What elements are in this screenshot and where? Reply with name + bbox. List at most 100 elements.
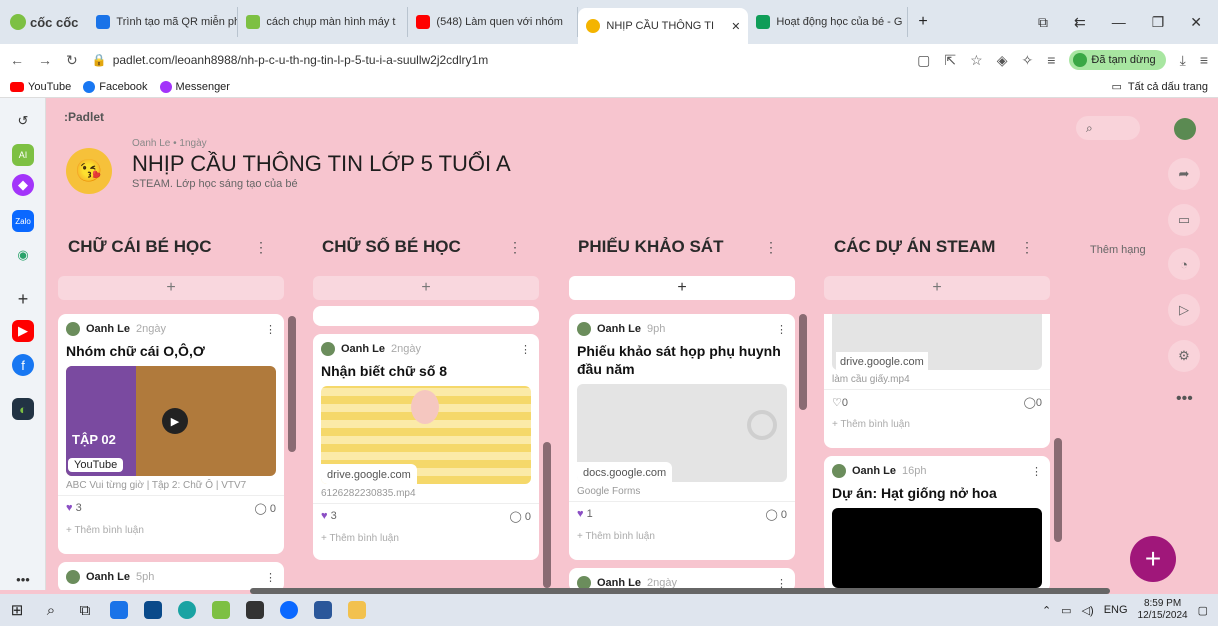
card-more-icon[interactable]: ⋮ <box>776 323 787 336</box>
back-icon[interactable]: ← <box>10 52 24 68</box>
edge-icon[interactable] <box>170 594 204 626</box>
close-window-icon[interactable]: ✕ <box>1190 14 1202 31</box>
settings-icon[interactable]: ⚙ <box>1168 340 1200 372</box>
chevron-up-icon[interactable]: ⌃ <box>1042 604 1051 617</box>
add-comment-link[interactable]: + Thêm bình luận <box>58 521 284 544</box>
notification-center-icon[interactable]: ▢ <box>1198 604 1208 617</box>
coccoc-app-icon[interactable]: ◐ <box>12 398 34 420</box>
padlet-logo[interactable]: :Padlet <box>64 110 104 124</box>
card-more-icon[interactable]: ⋮ <box>520 343 531 356</box>
post-card[interactable]: Oanh Le 16ph ⋮ Dự án: Hạt giống nở hoa <box>824 456 1050 590</box>
column-header-survey[interactable]: PHIẾU KHẢO SÁT ⋮ <box>578 232 778 262</box>
menu-icon[interactable]: ≡ <box>1200 52 1208 68</box>
add-column-button[interactable]: Thêm hạng <box>1090 244 1146 256</box>
column-scrollbar[interactable] <box>543 442 551 588</box>
column-header-steam[interactable]: CÁC DỰ ÁN STEAM ⋮ <box>834 232 1034 262</box>
game-icon[interactable]: ◉ <box>12 244 34 266</box>
card-more-icon[interactable]: ⋮ <box>265 323 276 336</box>
comment-count[interactable]: ◯ 0 <box>766 508 788 521</box>
clipboard-icon[interactable]: ▢ <box>917 52 930 69</box>
tab-youtube[interactable]: (548) Làm quen với nhóm <box>408 7 579 37</box>
tab-qr[interactable]: Trình tạo mã QR miễn phí <box>88 7 239 37</box>
post-card-partial[interactable] <box>313 306 539 326</box>
video-thumbnail[interactable] <box>832 508 1042 588</box>
maximize-icon[interactable]: ❐ <box>1152 14 1165 31</box>
windows-start-icon[interactable]: ⊞ <box>0 594 34 626</box>
share-icon[interactable]: ➦ <box>1168 158 1200 190</box>
column-scrollbar[interactable] <box>1054 438 1062 542</box>
column-more-icon[interactable]: ⋮ <box>508 239 522 256</box>
new-tab-button[interactable]: + <box>908 13 937 31</box>
comment-count[interactable]: ◯0 <box>1024 396 1042 409</box>
column-scrollbar[interactable] <box>288 316 296 452</box>
search-icon[interactable]: ⌕ <box>34 594 68 626</box>
add-comment-link[interactable]: + Thêm bình luận <box>824 415 1050 438</box>
comment-count[interactable]: ◯ 0 <box>510 510 532 523</box>
video-thumbnail[interactable]: drive.google.com <box>321 386 531 484</box>
download-icon[interactable]: ⤓ <box>1180 52 1186 69</box>
file-explorer-icon[interactable] <box>340 594 374 626</box>
clock[interactable]: 8:59 PM 12/15/2024 <box>1138 598 1188 622</box>
calculator-icon[interactable] <box>136 594 170 626</box>
post-card[interactable]: Oanh Le 2ngày ⋮ Nhận biết chữ số 8 drive.g… <box>313 334 539 560</box>
tab-search-icon[interactable]: ⧉ <box>1038 14 1048 31</box>
history-icon[interactable]: ↺ <box>12 110 34 132</box>
minimize-icon[interactable]: — <box>1112 14 1126 31</box>
word-icon[interactable] <box>306 594 340 626</box>
column-scrollbar[interactable] <box>799 314 807 410</box>
coccoc-taskbar-icon[interactable] <box>204 594 238 626</box>
comment-count[interactable]: ◯ 0 <box>255 502 277 515</box>
post-card[interactable]: drive.google.com làm cầu giấy.mp4 ♡0 ◯0 +… <box>824 314 1050 448</box>
card-more-icon[interactable]: ⋮ <box>1031 465 1042 478</box>
ai-icon[interactable]: AI <box>12 144 34 166</box>
column-header-numbers[interactable]: CHỮ SỐ BÉ HỌC ⋮ <box>322 232 522 262</box>
network-icon[interactable]: ▭ <box>1061 604 1071 617</box>
add-post-button[interactable]: + <box>824 276 1050 300</box>
column-more-icon[interactable]: ⋮ <box>764 239 778 256</box>
tab-padlet-active[interactable]: NHỊP CẦU THÔNG TI ✕ <box>578 8 749 44</box>
play-icon[interactable]: ▶ <box>162 408 188 434</box>
back-tabs-icon[interactable]: ⇇ <box>1074 14 1086 31</box>
bookmark-facebook[interactable]: Facebook <box>83 80 148 93</box>
like-button[interactable]: ♥ 3 <box>66 502 82 515</box>
remake-icon[interactable]: ▭ <box>1168 204 1200 236</box>
forward-icon[interactable]: → <box>38 52 52 68</box>
notification-icon[interactable]: ◔ <box>1168 248 1200 280</box>
user-avatar[interactable] <box>1174 118 1196 140</box>
add-post-button[interactable]: + <box>569 276 795 300</box>
like-button[interactable]: ♥ 1 <box>577 508 593 521</box>
add-post-button[interactable]: + <box>58 276 284 300</box>
zalo-icon[interactable] <box>272 594 306 626</box>
tab-screenshot[interactable]: cách chụp màn hình máy t <box>238 7 409 37</box>
reading-list-icon[interactable]: ≡ <box>1047 52 1055 68</box>
link-preview[interactable]: drive.google.com <box>832 314 1042 370</box>
url-field[interactable]: 🔒 padlet.com/leoanh8988/nh-p-c-u-th-ng-ti… <box>92 48 903 72</box>
star-icon[interactable]: ☆ <box>970 52 983 69</box>
card-more-icon[interactable]: ⋮ <box>265 571 276 584</box>
tab-drive[interactable]: Hoạt động học của bé - G <box>748 7 909 37</box>
like-button[interactable]: ♥ 3 <box>321 510 337 523</box>
shield-icon[interactable]: ◈ <box>997 52 1008 69</box>
app-icon[interactable] <box>238 594 272 626</box>
add-comment-link[interactable]: + Thêm bình luận <box>569 527 795 550</box>
youtube-icon[interactable]: ▶ <box>12 320 34 342</box>
column-more-icon[interactable]: ⋮ <box>254 239 268 256</box>
post-card[interactable]: Oanh Le 9ph ⋮ Phiếu khảo sát họp phụ huynh… <box>569 314 795 560</box>
task-view-icon[interactable]: ⧉ <box>68 594 102 626</box>
search-icon[interactable]: ⌕ <box>1076 116 1140 140</box>
language-indicator[interactable]: ENG <box>1104 604 1128 616</box>
all-bookmarks[interactable]: ▭ Tất cả dấu trang <box>1111 80 1208 94</box>
pause-badge[interactable]: Đã tạm dừng <box>1069 50 1166 70</box>
like-button[interactable]: ♡0 <box>832 396 848 409</box>
share-icon[interactable]: ⇱ <box>944 52 956 69</box>
post-card[interactable]: Oanh Le 2ngày ⋮ Nhóm chữ cái O,Ô,Ơ ▶ TẬP 0… <box>58 314 284 554</box>
more-icon[interactable]: ••• <box>12 568 34 590</box>
add-post-fab[interactable]: + <box>1130 536 1176 582</box>
add-comment-link[interactable]: + Thêm bình luận <box>313 529 539 552</box>
slideshow-icon[interactable]: ▷ <box>1168 294 1200 326</box>
video-thumbnail[interactable]: ▶ TẬP 02 YouTube <box>66 366 276 476</box>
facebook-icon[interactable]: f <box>12 354 34 376</box>
add-icon[interactable]: + <box>12 288 34 310</box>
add-post-button[interactable]: + <box>313 276 539 300</box>
volume-icon[interactable]: ◁) <box>1082 604 1094 617</box>
